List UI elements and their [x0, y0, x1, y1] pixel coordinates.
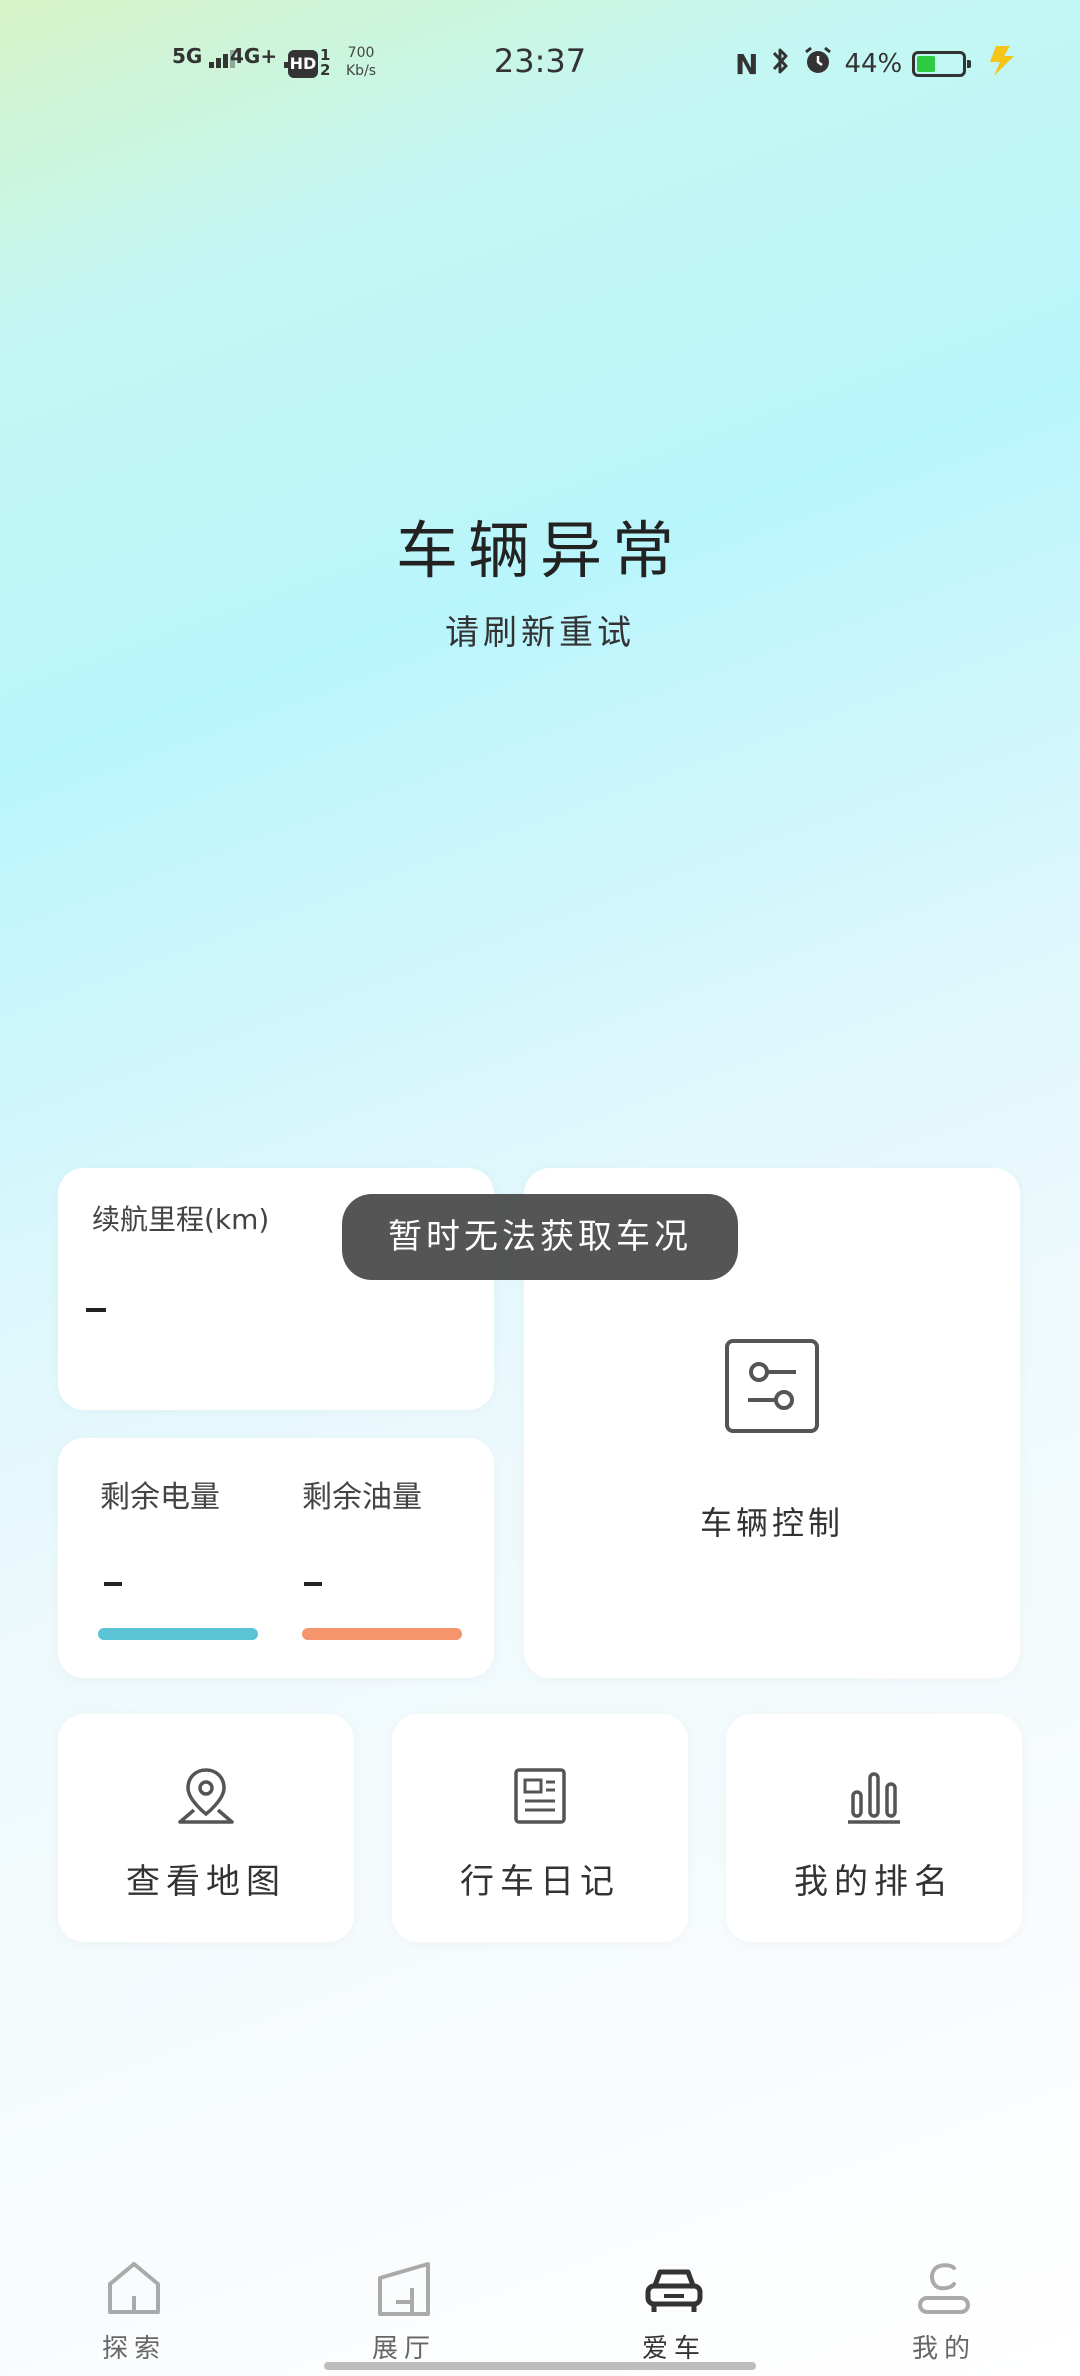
battery-icon	[912, 51, 972, 77]
nav-item-showroom[interactable]: 展厅	[304, 2222, 504, 2364]
fuel-bar-fill	[302, 1628, 462, 1640]
bluetooth-icon	[768, 44, 792, 85]
battery-fill	[917, 56, 935, 72]
driving-diary-tile[interactable]: 行车日记	[392, 1714, 688, 1942]
status-bar: 5G 4G+ HD 1 2 700 Kb/s 23:37 N 44%	[0, 0, 1080, 130]
hd-badge: HD	[288, 50, 318, 78]
network-5g-label: 5G	[172, 44, 203, 68]
bar-chart-icon	[842, 1764, 906, 1828]
energy-card[interactable]: 剩余电量 剩余油量	[58, 1438, 494, 1678]
refresh-hint[interactable]: 请刷新重试	[0, 605, 1080, 654]
battery-percent: 44%	[844, 49, 903, 79]
home-indicator[interactable]	[324, 2362, 756, 2370]
sim-indicator: 1 2	[320, 46, 331, 79]
my-ranking-label: 我的排名	[794, 1862, 954, 1902]
vehicle-status-title: 车辆异常	[395, 514, 684, 587]
nav-item-mine[interactable]: 我的	[844, 2222, 1044, 2364]
network-speed: 700 Kb/s	[346, 44, 376, 80]
person-icon	[914, 2258, 974, 2318]
battery-bar-fill	[98, 1628, 258, 1640]
battery-label: 剩余电量	[100, 1480, 220, 1515]
network-4g-label: 4G+	[230, 44, 278, 68]
nav-label-explore: 探索	[101, 2334, 166, 2364]
car-icon	[644, 2258, 704, 2318]
alarm-icon	[802, 45, 834, 84]
charging-icon	[982, 44, 1022, 85]
network-5g: 5G	[172, 44, 237, 68]
battery-value-dash	[104, 1582, 122, 1586]
battery-bar	[98, 1628, 258, 1640]
home-icon	[104, 2258, 164, 2318]
view-map-label: 查看地图	[126, 1862, 286, 1902]
bottom-nav: 探索 展厅 爱车 我的	[0, 2222, 1080, 2376]
speed-unit: Kb/s	[346, 63, 377, 79]
speed-value: 700	[347, 45, 375, 61]
newspaper-icon	[508, 1764, 572, 1828]
range-label: 续航里程(km)	[92, 1203, 270, 1236]
map-pin-icon	[174, 1764, 238, 1828]
nav-label-mine: 我的	[911, 2334, 976, 2364]
nav-item-my-car[interactable]: 爱车	[574, 2222, 774, 2364]
nfc-icon: N	[735, 47, 759, 81]
sliders-icon	[724, 1338, 820, 1434]
fuel-value-dash	[304, 1582, 322, 1586]
view-map-tile[interactable]: 查看地图	[58, 1714, 354, 1942]
range-value-dash	[86, 1308, 106, 1312]
fuel-label: 剩余油量	[302, 1480, 422, 1515]
nav-label-showroom: 展厅	[371, 2334, 436, 2364]
nav-label-my-car: 爱车	[641, 2334, 706, 2364]
my-ranking-tile[interactable]: 我的排名	[726, 1714, 1022, 1942]
driving-diary-label: 行车日记	[460, 1862, 620, 1902]
clock: 23:37	[493, 42, 587, 80]
toast-message: 暂时无法获取车况	[342, 1194, 738, 1280]
fuel-bar	[302, 1628, 462, 1640]
status-right: N 44%	[735, 44, 1022, 84]
vehicle-control-label: 车辆控制	[699, 1504, 844, 1542]
building-icon	[374, 2258, 434, 2318]
nav-item-explore[interactable]: 探索	[34, 2222, 234, 2364]
